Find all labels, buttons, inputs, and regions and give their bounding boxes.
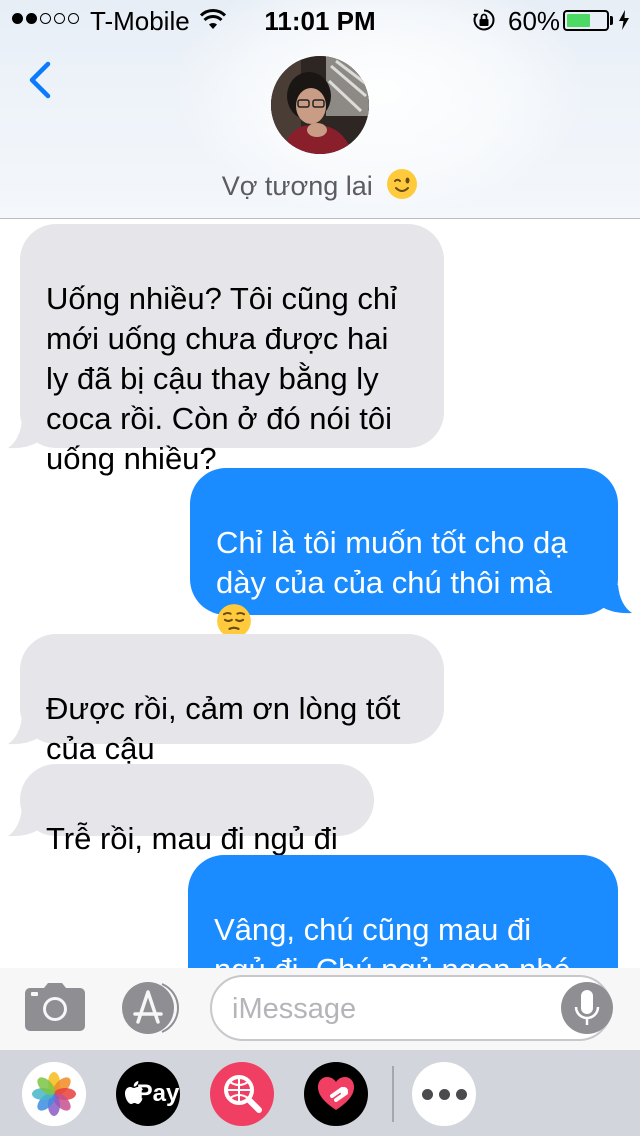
bubble-tail	[602, 585, 632, 614]
message-text: Uống nhiều? Tôi cũng chỉ mới uống chưa đ…	[46, 281, 398, 476]
winking-face-emoji	[387, 169, 418, 199]
message-input-bar	[0, 968, 640, 1050]
incoming-message-bubble[interactable]: Trễ rồi, mau đi ngủ đi	[20, 764, 374, 856]
app-store-icon	[122, 982, 179, 1034]
outgoing-message-bubble[interactable]: Chỉ là tôi muốn tốt cho dạ dày của của c…	[190, 468, 618, 638]
orientation-lock-icon	[473, 9, 495, 31]
contact-avatar[interactable]	[271, 56, 369, 154]
message-text: Chỉ là tôi muốn tốt cho dạ dày của của c…	[216, 525, 568, 600]
photos-app-icon	[22, 1062, 86, 1126]
battery-nub	[610, 16, 613, 25]
photos-app-button[interactable]	[22, 1062, 86, 1126]
camera-icon	[25, 983, 85, 1031]
more-dot	[456, 1089, 467, 1100]
contact-name[interactable]: Vợ tương lai	[0, 168, 640, 202]
battery-icon	[563, 10, 609, 31]
more-apps-button[interactable]	[412, 1062, 476, 1126]
message-field[interactable]	[210, 975, 614, 1041]
apple-pay-app-button[interactable]: Pay	[116, 1062, 180, 1126]
conversation-header: T-Mobile 11:01 PM 60% Vợ tương lai	[0, 0, 640, 218]
chevron-left-icon	[29, 61, 51, 99]
camera-button[interactable]	[24, 982, 86, 1032]
back-button[interactable]	[22, 58, 62, 102]
message-text: Trễ rồi, mau đi ngủ đi	[46, 821, 338, 856]
web-search-app-icon	[224, 1075, 262, 1113]
incoming-message-bubble[interactable]: Được rồi, cảm ơn lòng tốt của cậu	[20, 634, 444, 766]
message-text: Được rồi, cảm ơn lòng tốt của cậu	[46, 691, 401, 766]
web-search-app-button[interactable]	[210, 1062, 274, 1126]
outgoing-message-bubble[interactable]: Vâng, chú cũng mau đi ngủ đi. Chú ngủ ng…	[188, 855, 618, 968]
app-store-button[interactable]	[118, 980, 182, 1036]
message-thread[interactable]: Uống nhiều? Tôi cũng chỉ mới uống chưa đ…	[0, 219, 640, 968]
battery-percentage: 60%	[508, 6, 561, 36]
avatar-photo	[271, 56, 369, 154]
message-text: Vâng, chú cũng mau đi ngủ đi. Chú ngủ ng…	[214, 912, 571, 968]
messages-screen: T-Mobile 11:01 PM 60% Vợ tương lai Uống …	[0, 0, 640, 1136]
apple-pay-label: Pay	[136, 1080, 180, 1107]
digital-touch-app-icon	[318, 1077, 354, 1110]
battery-level	[567, 14, 590, 27]
drawer-divider	[392, 1066, 394, 1122]
microphone-button[interactable]	[560, 981, 614, 1035]
more-dot	[439, 1089, 450, 1100]
bubble-tail	[8, 716, 38, 745]
app-drawer: Pay	[0, 1050, 640, 1136]
bubble-tail	[8, 808, 38, 837]
more-dot	[422, 1089, 433, 1100]
message-input[interactable]	[232, 989, 552, 1029]
digital-touch-app-button[interactable]	[304, 1062, 368, 1126]
bubble-tail	[8, 420, 38, 449]
contact-name-text: Vợ tương lai	[221, 171, 373, 201]
status-bar: T-Mobile 11:01 PM 60%	[0, 0, 640, 40]
charging-bolt-icon	[619, 10, 629, 30]
incoming-message-bubble[interactable]: Uống nhiều? Tôi cũng chỉ mới uống chưa đ…	[20, 224, 444, 476]
